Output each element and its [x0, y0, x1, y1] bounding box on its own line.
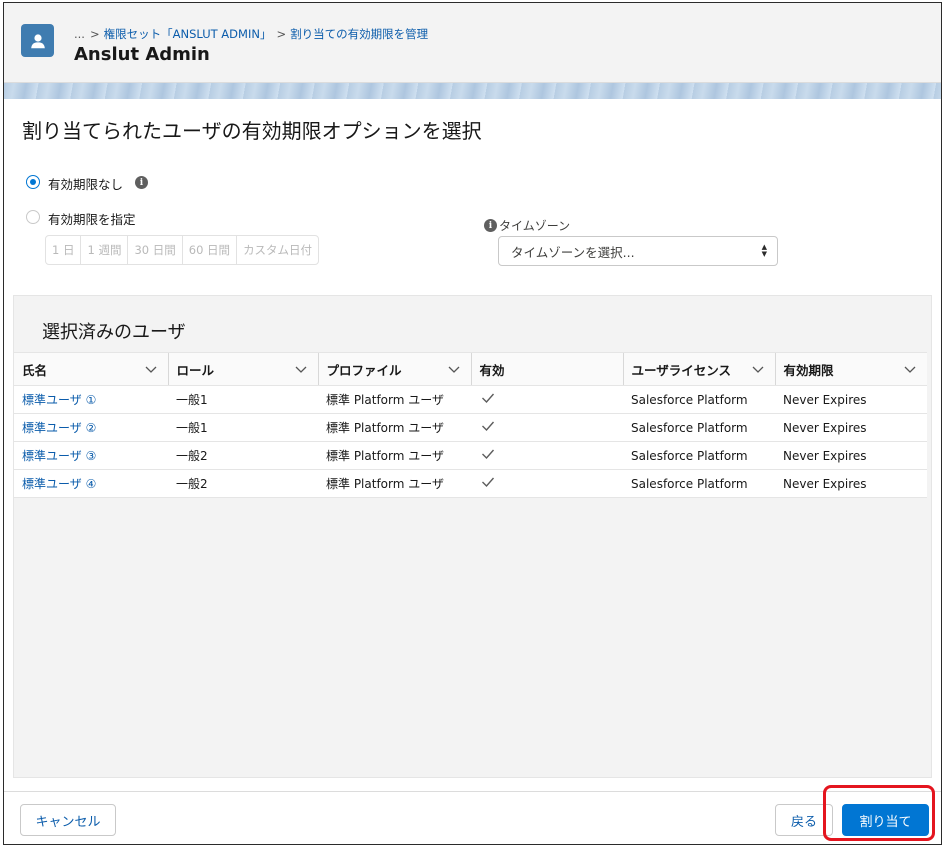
check-icon	[482, 393, 495, 404]
check-icon	[482, 477, 495, 488]
column-header-role[interactable]: ロール	[167, 352, 318, 386]
no-expiry-radio[interactable]	[26, 175, 40, 189]
user-profile: 標準 Platform ユーザ	[318, 469, 471, 498]
user-license: Salesforce Platform	[623, 413, 775, 442]
duration-60-days-button[interactable]: 60 日間	[183, 236, 238, 264]
user-profile: 標準 Platform ユーザ	[318, 413, 471, 442]
column-header-active[interactable]: 有効	[470, 352, 623, 386]
table-header-row: 氏名 ロール プロファイル 有効 ユーザライセンス 有効期限	[14, 352, 927, 386]
check-icon	[482, 421, 495, 432]
page-title: Anslut Admin	[74, 44, 210, 65]
user-name-link[interactable]: 標準ユーザ ②	[14, 413, 168, 442]
set-expiry-label[interactable]: 有効期限を指定	[48, 209, 136, 228]
expiry-options-heading: 割り当てられたユーザの有効期限オプションを選択	[22, 119, 482, 143]
info-icon[interactable]: i	[135, 176, 148, 189]
chevron-down-icon[interactable]	[903, 362, 917, 376]
cancel-button[interactable]: キャンセル	[20, 804, 116, 836]
modal-window: ... > 権限セット「ANSLUT ADMIN」 > 割り当ての有効期限を管理 Ans…	[3, 2, 942, 845]
column-header-expiry[interactable]: 有効期限	[774, 352, 927, 386]
user-name-link[interactable]: 標準ユーザ ④	[14, 469, 168, 498]
set-expiry-radio[interactable]	[26, 210, 40, 224]
timezone-label: i タイムゾーン	[484, 217, 570, 234]
breadcrumb-manage-expiry-link[interactable]: 割り当ての有効期限を管理	[290, 27, 428, 41]
breadcrumb-permission-set-link[interactable]: 権限セット「ANSLUT ADMIN」	[104, 27, 272, 41]
duration-1-week-button[interactable]: 1 週間	[81, 236, 129, 264]
table-row: 標準ユーザ ① 一般1 標準 Platform ユーザ Salesforce P…	[14, 385, 927, 414]
timezone-select[interactable]: タイムゾーンを選択... ▲ ▼	[498, 236, 778, 266]
active-check-cell	[471, 413, 623, 442]
duration-button-group: 1 日 1 週間 30 日間 60 日間 カスタム日付	[45, 235, 320, 265]
duration-custom-date-button[interactable]: カスタム日付	[237, 236, 318, 264]
info-icon[interactable]: i	[484, 219, 497, 232]
user-name-link[interactable]: 標準ユーザ ①	[14, 385, 168, 414]
user-role: 一般2	[168, 441, 318, 470]
timezone-select-placeholder: タイムゾーンを選択...	[511, 244, 635, 260]
check-icon	[482, 449, 495, 460]
header-decoration-band	[4, 83, 941, 99]
selected-users-title: 選択済みのユーザ	[42, 322, 186, 343]
user-expiry: Never Expires	[775, 469, 927, 498]
user-license: Salesforce Platform	[623, 385, 775, 414]
chevron-down-icon[interactable]	[447, 362, 461, 376]
column-header-profile[interactable]: プロファイル	[317, 352, 471, 386]
duration-1-day-button[interactable]: 1 日	[46, 236, 82, 264]
table-row: 標準ユーザ ③ 一般2 標準 Platform ユーザ Salesforce P…	[14, 441, 927, 470]
active-check-cell	[471, 469, 623, 498]
duration-30-days-button[interactable]: 30 日間	[128, 236, 183, 264]
user-expiry: Never Expires	[775, 385, 927, 414]
user-name-link[interactable]: 標準ユーザ ③	[14, 441, 168, 470]
user-expiry: Never Expires	[775, 441, 927, 470]
user-profile: 標準 Platform ユーザ	[318, 385, 471, 414]
updown-arrows-icon: ▲ ▼	[761, 243, 767, 258]
selected-users-table: 氏名 ロール プロファイル 有効 ユーザライセンス 有効期限 標準ユーザ ① 一…	[14, 352, 927, 498]
breadcrumb-ellipsis[interactable]: ...	[74, 27, 85, 41]
chevron-down-icon[interactable]	[294, 362, 308, 376]
chevron-down-icon[interactable]	[144, 362, 158, 376]
table-row: 標準ユーザ ④ 一般2 標準 Platform ユーザ Salesforce P…	[14, 469, 927, 498]
page-header: ... > 権限セット「ANSLUT ADMIN」 > 割り当ての有効期限を管理 Ans…	[4, 3, 941, 83]
modal-footer: キャンセル 戻る 割り当て	[4, 791, 941, 844]
chevron-down-icon[interactable]	[751, 362, 765, 376]
timezone-label-text: タイムゾーン	[499, 219, 571, 233]
user-role: 一般2	[168, 469, 318, 498]
column-header-license[interactable]: ユーザライセンス	[622, 352, 775, 386]
user-expiry: Never Expires	[775, 413, 927, 442]
active-check-cell	[471, 385, 623, 414]
no-expiry-label[interactable]: 有効期限なし	[48, 174, 123, 193]
user-license: Salesforce Platform	[623, 469, 775, 498]
user-profile: 標準 Platform ユーザ	[318, 441, 471, 470]
user-role: 一般1	[168, 385, 318, 414]
user-role: 一般1	[168, 413, 318, 442]
active-check-cell	[471, 441, 623, 470]
column-header-name[interactable]: 氏名	[14, 352, 168, 386]
assign-button-highlight-annotation	[823, 785, 935, 841]
user-license: Salesforce Platform	[623, 441, 775, 470]
breadcrumb: ... > 権限セット「ANSLUT ADMIN」 > 割り当ての有効期限を管理	[74, 27, 429, 41]
selected-users-panel: 選択済みのユーザ 氏名 ロール プロファイル 有効 ユーザライセンス 有効期限 …	[13, 295, 932, 778]
table-row: 標準ユーザ ② 一般1 標準 Platform ユーザ Salesforce P…	[14, 413, 927, 442]
user-icon	[21, 24, 54, 57]
